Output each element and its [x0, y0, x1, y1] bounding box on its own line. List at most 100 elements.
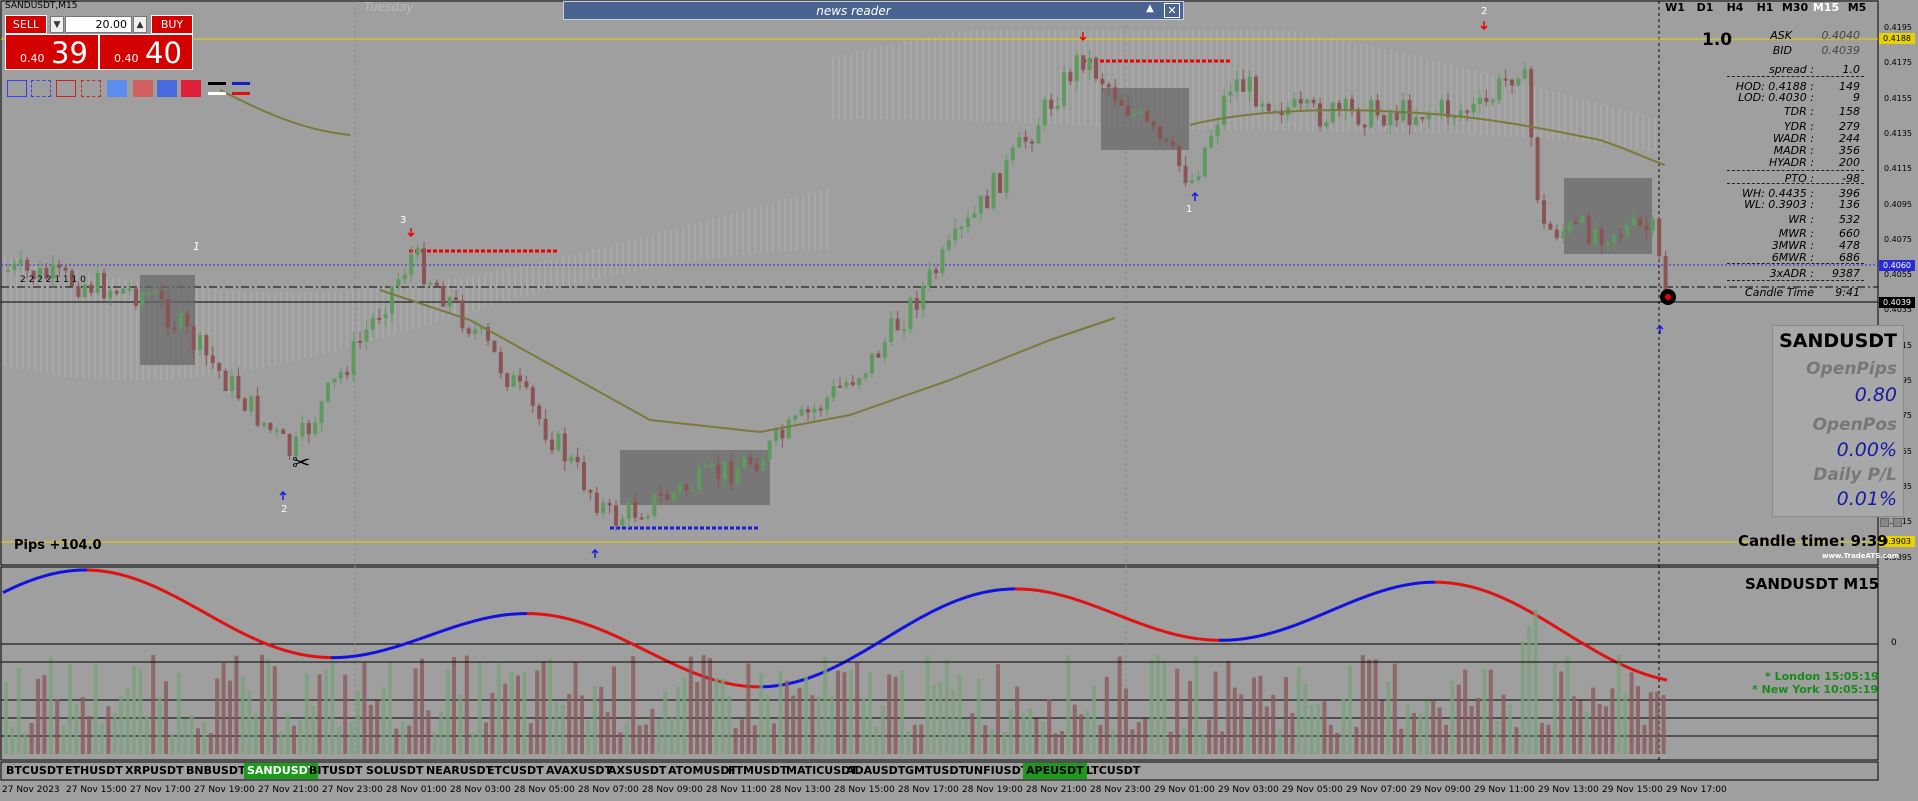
- symbol-tab-solusdt[interactable]: SOLUSDT: [363, 763, 426, 779]
- oscillator-segment: [1182, 634, 1188, 639]
- info-row-tdr: TDR : 158: [1724, 105, 1860, 118]
- volume-bar: [164, 681, 168, 754]
- color-swatch[interactable]: [157, 80, 177, 97]
- candle-body: [76, 286, 81, 297]
- symbol-tab-apeusdt[interactable]: APEUSDT: [1023, 763, 1087, 779]
- timeframe-w1[interactable]: W1: [1660, 1, 1690, 16]
- symbol-tab-etcusdt[interactable]: ETCUSDT: [484, 763, 547, 779]
- candle-body: [1612, 235, 1617, 243]
- oscillator-segment: [1626, 665, 1632, 671]
- oscillator-segment: [582, 621, 588, 626]
- color-swatch[interactable]: [133, 80, 153, 97]
- volume-bar: [381, 687, 386, 754]
- color-swatch[interactable]: [181, 80, 201, 97]
- symbol-tab-bitusdt[interactable]: BITUSDT: [306, 763, 365, 779]
- candle-body: [543, 418, 548, 440]
- close-icon[interactable]: ✕: [1164, 3, 1180, 18]
- timeframe-h4[interactable]: H4: [1720, 1, 1750, 16]
- volume-bar: [656, 719, 661, 754]
- timeframe-h1[interactable]: H1: [1750, 1, 1780, 16]
- volume-bar: [1284, 676, 1288, 754]
- candle-body: [18, 259, 23, 264]
- news-reader-bar[interactable]: news reader ▲ ✕: [563, 1, 1184, 20]
- volume-bar: [1463, 669, 1468, 754]
- oscillator-segment: [642, 647, 648, 653]
- sell-button[interactable]: SELL: [5, 15, 47, 34]
- volume-bar: [1207, 719, 1212, 754]
- candle-body: [338, 371, 343, 379]
- oscillator-segment: [246, 633, 252, 639]
- line-style-swatch[interactable]: [208, 80, 254, 97]
- timeframe-d1[interactable]: D1: [1690, 1, 1720, 16]
- oscillator-segment: [882, 636, 888, 642]
- oscillator-segment: [1038, 589, 1044, 593]
- oscillator-segment: [1610, 658, 1616, 663]
- color-swatch[interactable]: [107, 80, 127, 97]
- oscillator-segment: [734, 683, 740, 687]
- buy-price-button[interactable]: 0.40 40: [99, 34, 193, 70]
- sell-price-button[interactable]: 0.40 39: [5, 34, 99, 70]
- volume-bar: [1584, 711, 1589, 754]
- chevron-down-icon[interactable]: ▼: [50, 16, 64, 33]
- oscillator-segment: [178, 597, 184, 603]
- oscillator-segment: [130, 576, 136, 581]
- price-chart-canvas[interactable]: ✂: [0, 0, 1918, 801]
- color-swatch[interactable]: [31, 80, 51, 97]
- symbol-tab-gmtusdt[interactable]: GMTUSDT: [902, 763, 969, 779]
- oscillator-segment: [362, 652, 368, 657]
- triangle-up-icon[interactable]: ▲: [1143, 3, 1157, 18]
- volume-bar: [880, 705, 885, 754]
- oscillator-segment: [1342, 602, 1348, 607]
- color-swatch[interactable]: [7, 80, 27, 97]
- mini-level-label: 2 2 2 2 1 1 1 0: [20, 275, 86, 285]
- symbol-tab-adausdt[interactable]: ADAUSDT: [843, 763, 908, 779]
- oscillator-segment: [1390, 585, 1396, 590]
- timeframe-m15[interactable]: M15: [1811, 1, 1841, 16]
- info-value: 136: [1839, 198, 1860, 211]
- symbol-tab-bnbusdt[interactable]: BNBUSDT: [183, 763, 248, 779]
- timeframe-m5[interactable]: M5: [1842, 1, 1872, 16]
- buy-button[interactable]: BUY: [151, 15, 193, 34]
- oscillator-segment: [1366, 593, 1372, 598]
- minimize-icon[interactable]: [1880, 518, 1889, 527]
- candle-body: [82, 284, 87, 297]
- symbol-tab-ltcusdt[interactable]: LTCUSDT: [1083, 763, 1143, 779]
- volume-bar: [1111, 729, 1116, 754]
- volume-bar: [1354, 726, 1359, 754]
- volume-bar: [100, 722, 104, 754]
- open-pips-value: 0.80: [1854, 384, 1897, 406]
- oscillator-segment: [1362, 594, 1368, 599]
- symbol-tab-btcusdt[interactable]: BTCUSDT: [3, 763, 66, 779]
- expand-icon[interactable]: [1893, 518, 1902, 527]
- oscillator-segment: [1458, 582, 1464, 587]
- oscillator-segment: [1406, 582, 1412, 587]
- oscillator-segment: [1606, 655, 1612, 661]
- symbol-tab-ftmusdt[interactable]: FTMUSDT: [725, 763, 790, 779]
- volume-bar: [1488, 669, 1493, 754]
- color-swatch[interactable]: [56, 80, 76, 97]
- oscillator-segment: [1538, 615, 1544, 621]
- symbol-tab-axsusdt[interactable]: AXSUSDT: [605, 763, 669, 779]
- oscillator-segment: [1046, 590, 1052, 595]
- oscillator-segment: [938, 605, 944, 610]
- oscillator-segment: [1546, 620, 1552, 626]
- symbol-tab-ethusdt[interactable]: ETHUSDT: [62, 763, 126, 779]
- volume-bar: [1316, 704, 1320, 754]
- sub-window-title: SANDUSDT M15: [1745, 575, 1880, 593]
- timeframe-m30[interactable]: M30: [1780, 1, 1810, 16]
- lot-size-input[interactable]: 20.00: [65, 16, 132, 33]
- symbol-tab-unfiusdt[interactable]: UNFIUSDT: [962, 763, 1031, 779]
- volume-bar: [1572, 696, 1576, 754]
- candle-body: [1343, 98, 1348, 111]
- candle-body: [978, 195, 983, 214]
- info-label: TDR :: [1783, 105, 1814, 118]
- oscillator-segment: [950, 599, 956, 605]
- color-swatch[interactable]: [81, 80, 101, 97]
- oscillator-segment: [482, 616, 488, 621]
- candle-body: [1580, 215, 1585, 223]
- oscillator-segment: [1058, 593, 1064, 598]
- candle-body: [140, 293, 145, 306]
- symbol-tab-xrpusdt[interactable]: XRPUSDT: [122, 763, 187, 779]
- volume-bar: [394, 728, 399, 754]
- chevron-up-icon[interactable]: ▲: [133, 16, 147, 33]
